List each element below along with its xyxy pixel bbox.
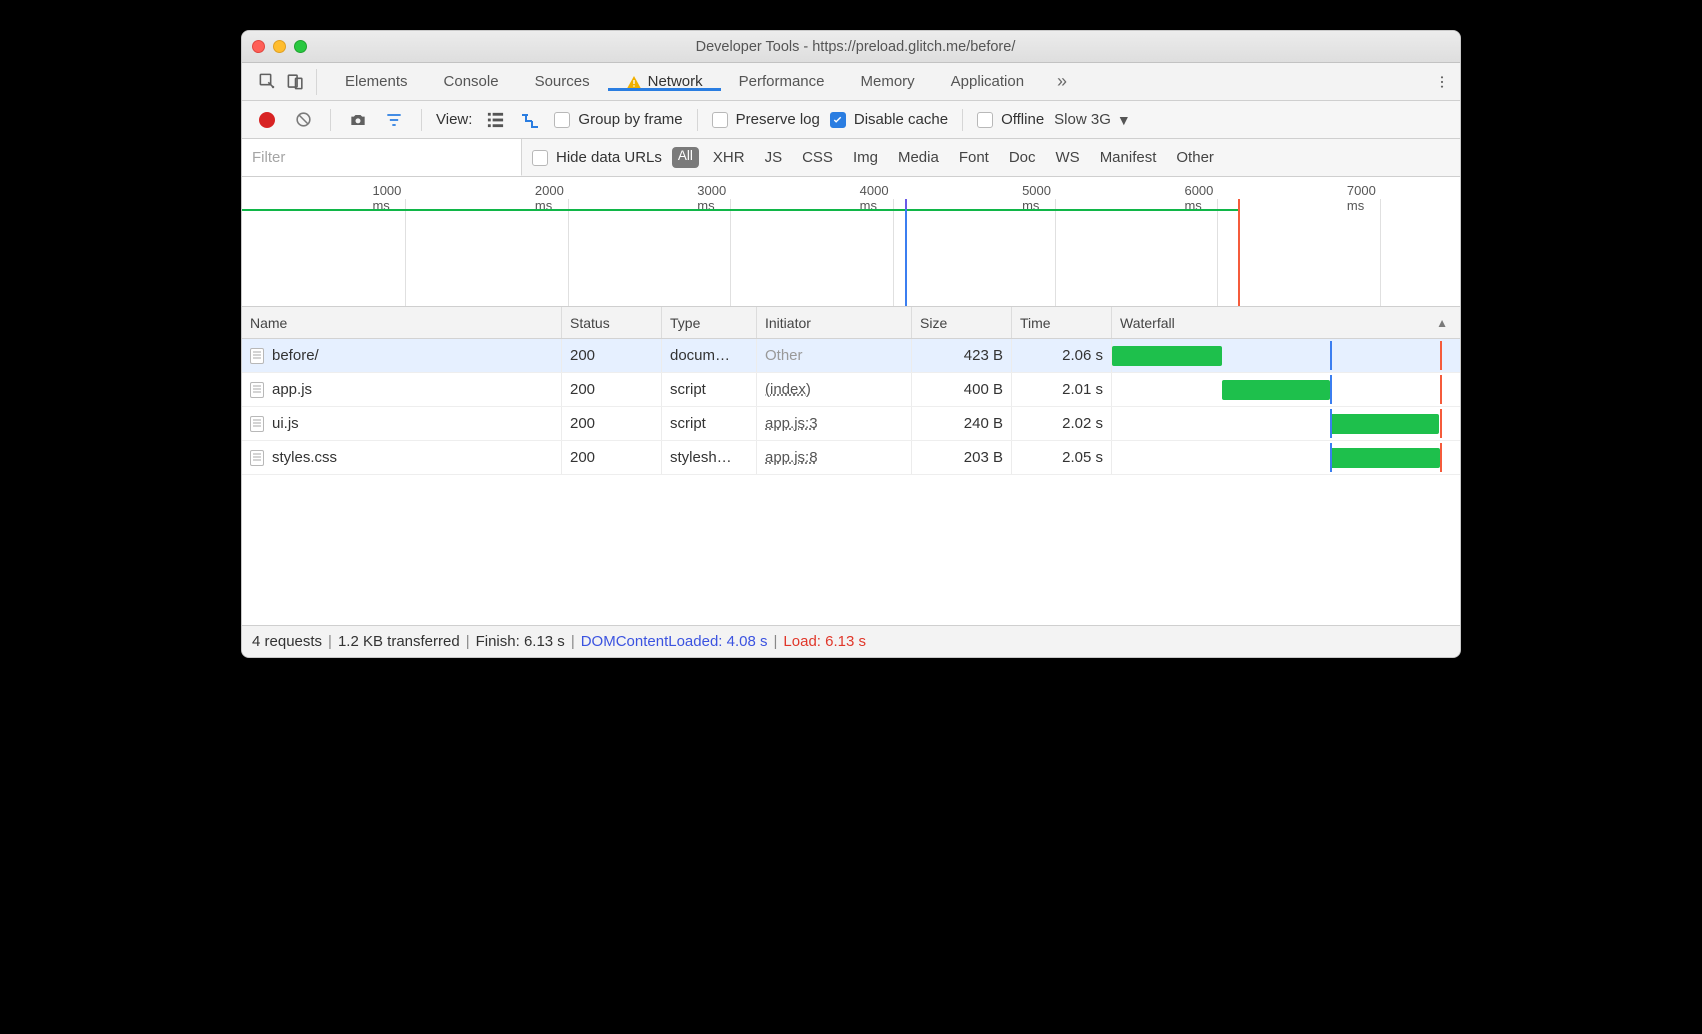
sort-indicator-icon: ▲ bbox=[1436, 316, 1448, 330]
hide-data-urls-option[interactable]: Hide data URLs bbox=[532, 149, 662, 166]
warning-icon bbox=[626, 74, 642, 90]
table-row[interactable]: ui.js200scriptapp.js:3240 B2.02 s bbox=[242, 407, 1460, 441]
clear-button[interactable] bbox=[290, 107, 316, 133]
file-icon bbox=[250, 450, 264, 466]
window-controls bbox=[252, 40, 307, 53]
close-window-button[interactable] bbox=[252, 40, 265, 53]
status-finish: Finish: 6.13 s bbox=[476, 633, 565, 650]
file-icon bbox=[250, 382, 264, 398]
record-button[interactable] bbox=[254, 107, 280, 133]
col-time[interactable]: Time bbox=[1012, 307, 1112, 338]
capture-screenshots-icon[interactable] bbox=[345, 107, 371, 133]
inspect-element-icon[interactable] bbox=[254, 69, 280, 95]
chevron-down-icon: ▼ bbox=[1117, 112, 1131, 128]
preserve-log-option[interactable]: Preserve log bbox=[712, 111, 820, 128]
group-by-frame-checkbox[interactable] bbox=[554, 112, 570, 128]
status-bar: 4 requests | 1.2 KB transferred | Finish… bbox=[242, 625, 1460, 657]
table-row[interactable]: app.js200script(index)400 B2.01 s bbox=[242, 373, 1460, 407]
minimize-window-button[interactable] bbox=[273, 40, 286, 53]
tab-performance[interactable]: Performance bbox=[721, 73, 843, 90]
initiator-link[interactable]: (index) bbox=[765, 381, 811, 398]
disable-cache-option[interactable]: Disable cache bbox=[830, 111, 948, 128]
filter-type-xhr[interactable]: XHR bbox=[707, 147, 751, 168]
offline-checkbox[interactable] bbox=[977, 112, 993, 128]
table-row[interactable]: before/200docum…Other423 B2.06 s bbox=[242, 339, 1460, 373]
filter-toggle-icon[interactable] bbox=[381, 107, 407, 133]
view-label: View: bbox=[436, 111, 472, 128]
group-by-frame-option[interactable]: Group by frame bbox=[554, 111, 682, 128]
throttling-select[interactable]: Slow 3G ▼ bbox=[1054, 111, 1131, 128]
filter-type-doc[interactable]: Doc bbox=[1003, 147, 1042, 168]
col-type[interactable]: Type bbox=[662, 307, 757, 338]
timeline-tick: 1000 ms bbox=[404, 177, 405, 306]
filter-type-css[interactable]: CSS bbox=[796, 147, 839, 168]
preserve-log-checkbox[interactable] bbox=[712, 112, 728, 128]
timeline-tick: 4000 ms bbox=[892, 177, 893, 306]
timeline-tick: 5000 ms bbox=[1054, 177, 1055, 306]
network-toolbar: View: Group by frame Preserve log Disabl… bbox=[242, 101, 1460, 139]
filter-type-font[interactable]: Font bbox=[953, 147, 995, 168]
col-size[interactable]: Size bbox=[912, 307, 1012, 338]
offline-option[interactable]: Offline bbox=[977, 111, 1044, 128]
panel-tab-bar: ElementsConsoleSourcesNetworkPerformance… bbox=[242, 63, 1460, 101]
status-transferred: 1.2 KB transferred bbox=[338, 633, 460, 650]
file-icon bbox=[250, 348, 264, 364]
frames-view-icon[interactable] bbox=[518, 107, 544, 133]
timeline-tick: 6000 ms bbox=[1216, 177, 1217, 306]
status-dcll: DOMContentLoaded: 4.08 s bbox=[581, 633, 768, 650]
fullscreen-window-button[interactable] bbox=[294, 40, 307, 53]
filter-type-manifest[interactable]: Manifest bbox=[1094, 147, 1163, 168]
status-load: Load: 6.13 s bbox=[783, 633, 866, 650]
filter-input[interactable] bbox=[242, 139, 522, 176]
filter-type-js[interactable]: JS bbox=[759, 147, 789, 168]
tab-application[interactable]: Application bbox=[933, 73, 1042, 90]
timeline-tick: 2000 ms bbox=[567, 177, 568, 306]
col-waterfall[interactable]: Waterfall ▲ bbox=[1112, 307, 1460, 338]
tab-elements[interactable]: Elements bbox=[327, 73, 426, 90]
col-initiator[interactable]: Initiator bbox=[757, 307, 912, 338]
file-icon bbox=[250, 416, 264, 432]
titlebar: Developer Tools - https://preload.glitch… bbox=[242, 31, 1460, 63]
timeline-tick: 3000 ms bbox=[729, 177, 730, 306]
disable-cache-checkbox[interactable] bbox=[830, 112, 846, 128]
table-row[interactable]: styles.css200stylesh…app.js:8203 B2.05 s bbox=[242, 441, 1460, 475]
tab-memory[interactable]: Memory bbox=[843, 73, 933, 90]
tab-network[interactable]: Network bbox=[608, 73, 721, 90]
filter-type-all[interactable]: All bbox=[672, 147, 699, 168]
table-header: Name Status Type Initiator Size Time Wat… bbox=[242, 307, 1460, 339]
tab-sources[interactable]: Sources bbox=[517, 73, 608, 90]
status-requests: 4 requests bbox=[252, 633, 322, 650]
initiator-link[interactable]: app.js:3 bbox=[765, 415, 818, 432]
device-toolbar-icon[interactable] bbox=[282, 69, 308, 95]
filter-type-other[interactable]: Other bbox=[1170, 147, 1220, 168]
col-status[interactable]: Status bbox=[562, 307, 662, 338]
hide-data-urls-checkbox[interactable] bbox=[532, 150, 548, 166]
filter-type-img[interactable]: Img bbox=[847, 147, 884, 168]
requests-table: Name Status Type Initiator Size Time Wat… bbox=[242, 307, 1460, 625]
window-title: Developer Tools - https://preload.glitch… bbox=[321, 39, 1390, 55]
filter-type-media[interactable]: Media bbox=[892, 147, 945, 168]
more-panels-button[interactable]: » bbox=[1048, 68, 1076, 96]
tab-console[interactable]: Console bbox=[426, 73, 517, 90]
col-name[interactable]: Name bbox=[242, 307, 562, 338]
devtools-menu-button[interactable] bbox=[1428, 74, 1456, 90]
initiator-link[interactable]: app.js:8 bbox=[765, 449, 818, 466]
filter-type-ws[interactable]: WS bbox=[1050, 147, 1086, 168]
devtools-window: Developer Tools - https://preload.glitch… bbox=[241, 30, 1461, 658]
timeline-tick: 7000 ms bbox=[1379, 177, 1380, 306]
list-view-icon[interactable] bbox=[482, 107, 508, 133]
filter-bar: Hide data URLs All XHR JS CSS Img Media Font Do… bbox=[242, 139, 1460, 177]
overview-timeline[interactable]: 1000 ms 2000 ms 3000 ms 4000 ms 5000 ms 6000 … bbox=[242, 177, 1460, 307]
